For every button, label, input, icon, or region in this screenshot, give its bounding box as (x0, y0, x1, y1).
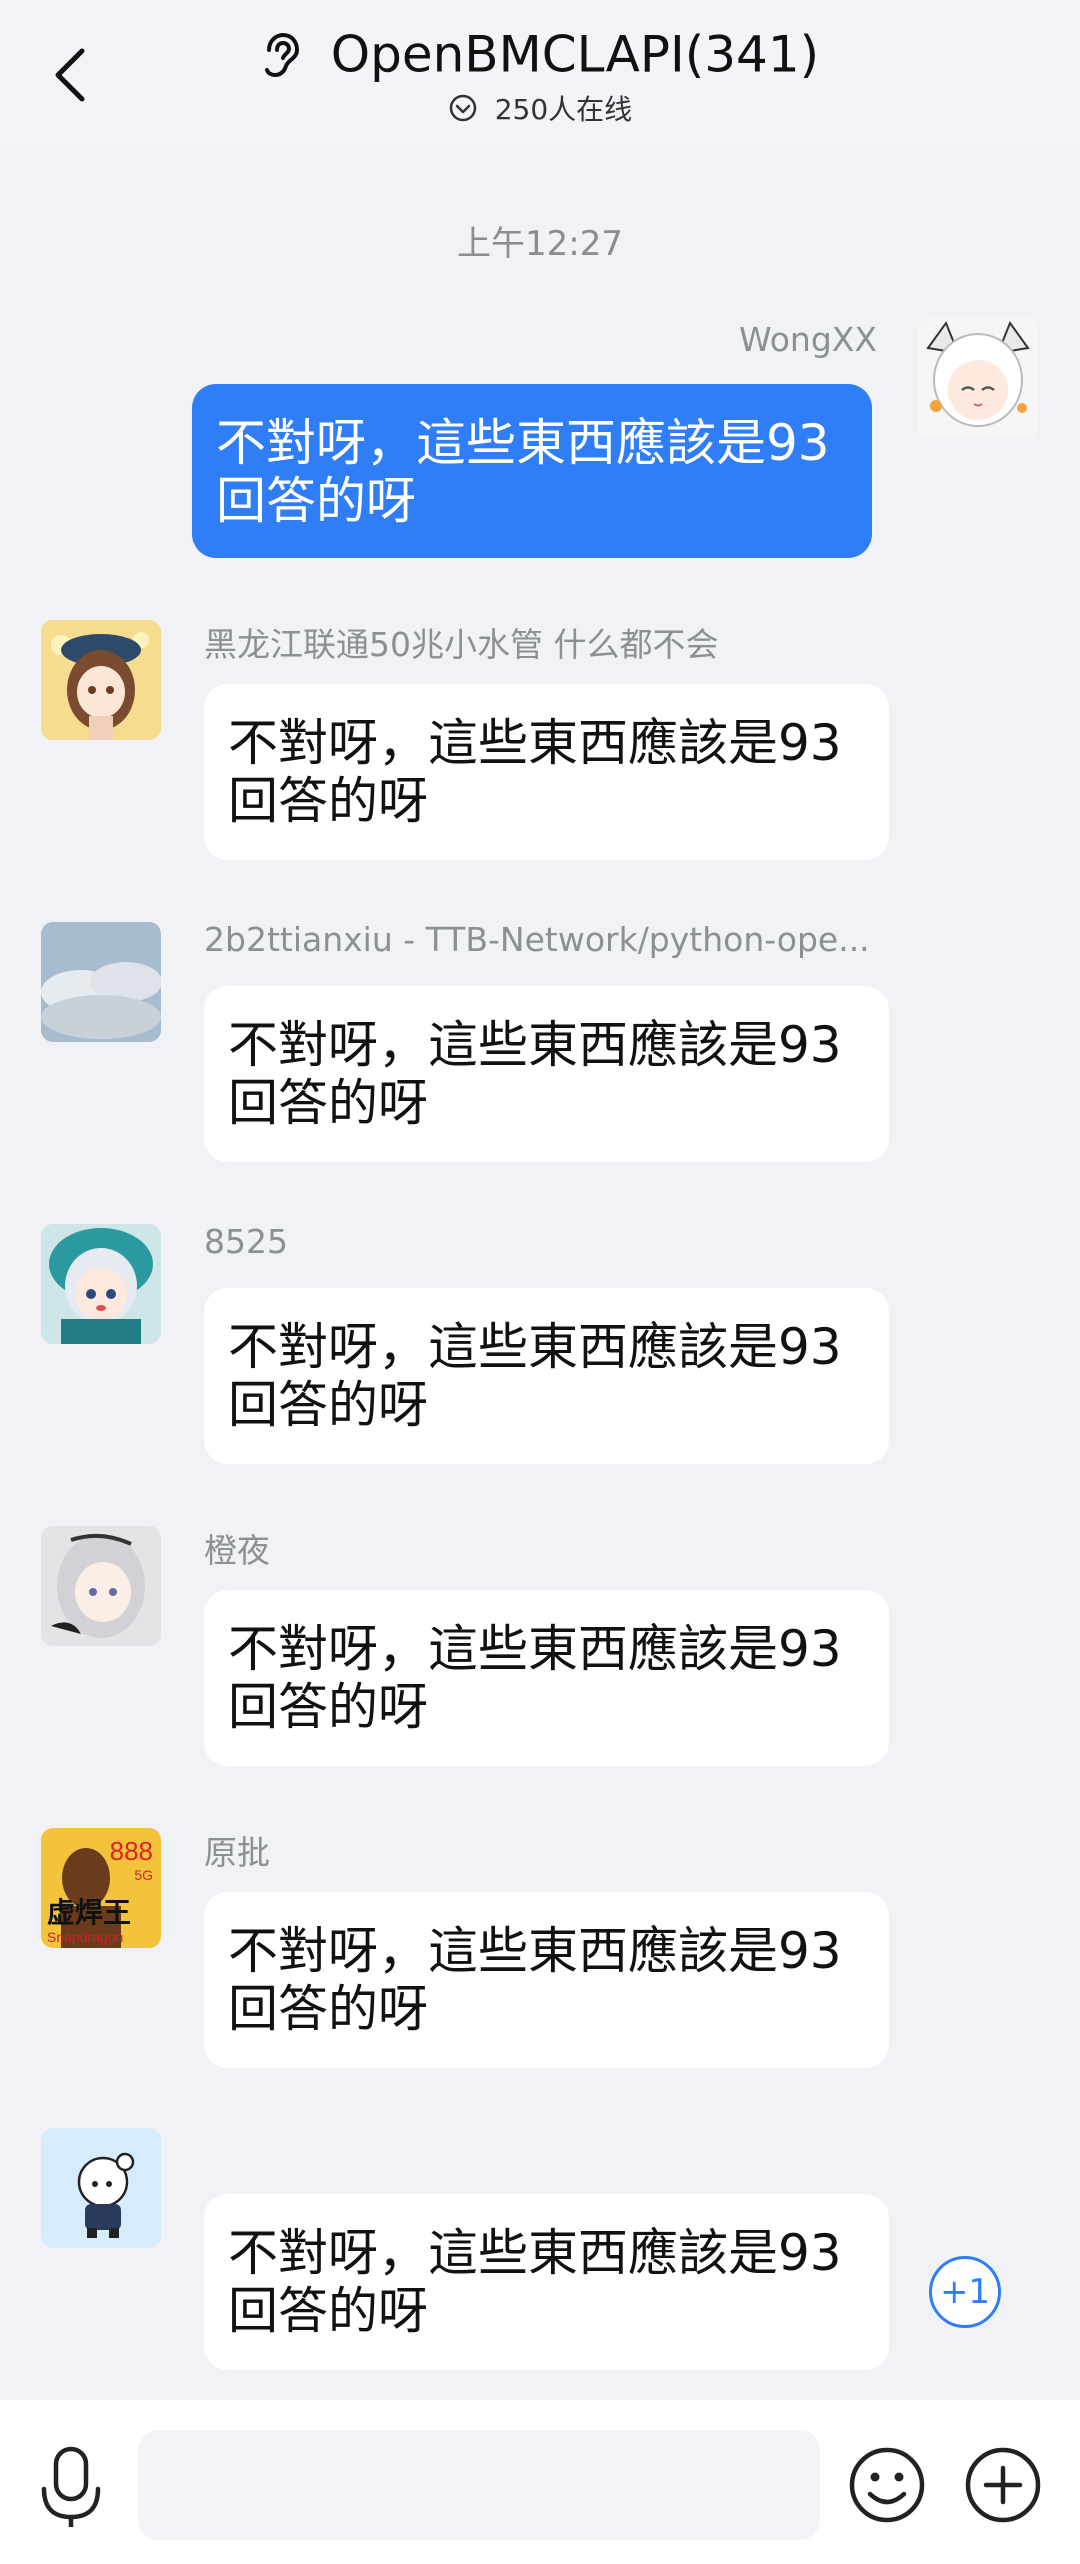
anime-girl-avatar-icon (41, 620, 161, 740)
message-input[interactable] (138, 2430, 820, 2540)
message-text: 回答的呀 (228, 2282, 428, 2340)
chat-header: OpenBMCLAPI(341) 250人在线 (0, 0, 1080, 150)
avatar[interactable] (41, 620, 161, 740)
meme-avatar-icon: 888 5G 虚焊王 Snapdragon (41, 1828, 161, 1948)
anime-girl-avatar-icon (918, 318, 1038, 438)
sender-name: 橙夜 (204, 1531, 270, 1570)
avatar[interactable]: 888 5G 虚焊王 Snapdragon (41, 1828, 161, 1948)
message-bubble[interactable]: 不對呀，這些東西應該是93 回答的呀 (204, 1892, 889, 2068)
message-text: 回答的呀 (216, 472, 416, 530)
chat-title[interactable]: OpenBMCLAPI(341) (0, 22, 1080, 84)
voice-button[interactable] (36, 2444, 106, 2530)
online-count: 250人在线 (494, 93, 633, 126)
svg-text:5G: 5G (134, 1867, 153, 1883)
time-divider: 上午12:27 (457, 224, 623, 264)
avatar[interactable] (41, 2128, 161, 2248)
message-text: 不對呀，這些東西應該是93 (228, 714, 842, 772)
message-text: 回答的呀 (228, 1678, 428, 1736)
plus-circle-icon (965, 2447, 1041, 2523)
sender-name: 8525 (204, 1222, 288, 1261)
sender-name: 2b2ttianxiu - TTB-Network/python-ope... (204, 920, 870, 959)
plus-one-button[interactable]: +1 (929, 2256, 1001, 2328)
check-circle-icon (449, 94, 477, 122)
message-text: 不對呀，這些東西應該是93 (216, 414, 830, 472)
message-bubble[interactable]: 不對呀，這些東西應該是93 回答的呀 (204, 2194, 889, 2370)
message-bubble[interactable]: 不對呀，這些東西應該是93 回答的呀 (204, 1590, 889, 1766)
message-bubble[interactable]: 不對呀，這些東西應該是93 回答的呀 (204, 684, 889, 860)
input-bar (0, 2400, 1080, 2564)
message-text: 不對呀，這些東西應該是93 (228, 1016, 842, 1074)
sender-name: 黑龙江联通50兆小水管 什么都不会 (204, 625, 719, 664)
avatar[interactable] (918, 318, 1038, 438)
ear-icon (264, 32, 299, 77)
microphone-icon (41, 2446, 101, 2527)
svg-text:Snapdragon: Snapdragon (47, 1929, 123, 1945)
online-status: 250人在线 (0, 88, 1080, 128)
message-text: 不對呀，這些東西應該是93 (228, 1922, 842, 1980)
avatar[interactable] (41, 1526, 161, 1646)
anime-girl-avatar-icon (41, 1526, 161, 1646)
avatar[interactable] (41, 922, 161, 1042)
avatar[interactable] (41, 1224, 161, 1344)
chibi-avatar-icon (41, 2128, 161, 2248)
message-text: 回答的呀 (228, 1980, 428, 2038)
group-name: OpenBMCLAPI(341) (330, 25, 820, 84)
message-bubble[interactable]: 不對呀，這些東西應該是93 回答的呀 (204, 1288, 889, 1464)
emoji-button[interactable] (846, 2444, 928, 2526)
smiley-icon (849, 2447, 925, 2523)
sender-name: WongXX (739, 320, 877, 359)
message-text: 不對呀，這些東西應該是93 (228, 1620, 842, 1678)
message-text: 不對呀，這些東西應該是93 (228, 2224, 842, 2282)
anime-girl-avatar-icon (41, 1224, 161, 1344)
message-text: 回答的呀 (228, 1074, 428, 1132)
svg-text:虚焊王: 虚焊王 (47, 1896, 131, 1929)
more-button[interactable] (962, 2444, 1044, 2526)
svg-text:888: 888 (110, 1836, 153, 1866)
sky-clouds-avatar-icon (41, 922, 161, 1042)
message-text: 不對呀，這些東西應該是93 (228, 1318, 842, 1376)
message-bubble[interactable]: 不對呀，這些東西應該是93 回答的呀 (204, 986, 889, 1162)
message-text: 回答的呀 (228, 1376, 428, 1434)
sender-name: 原批 (204, 1833, 270, 1872)
message-text: 回答的呀 (228, 772, 428, 830)
message-bubble[interactable]: 不對呀，這些東西應該是93 回答的呀 (192, 384, 872, 558)
